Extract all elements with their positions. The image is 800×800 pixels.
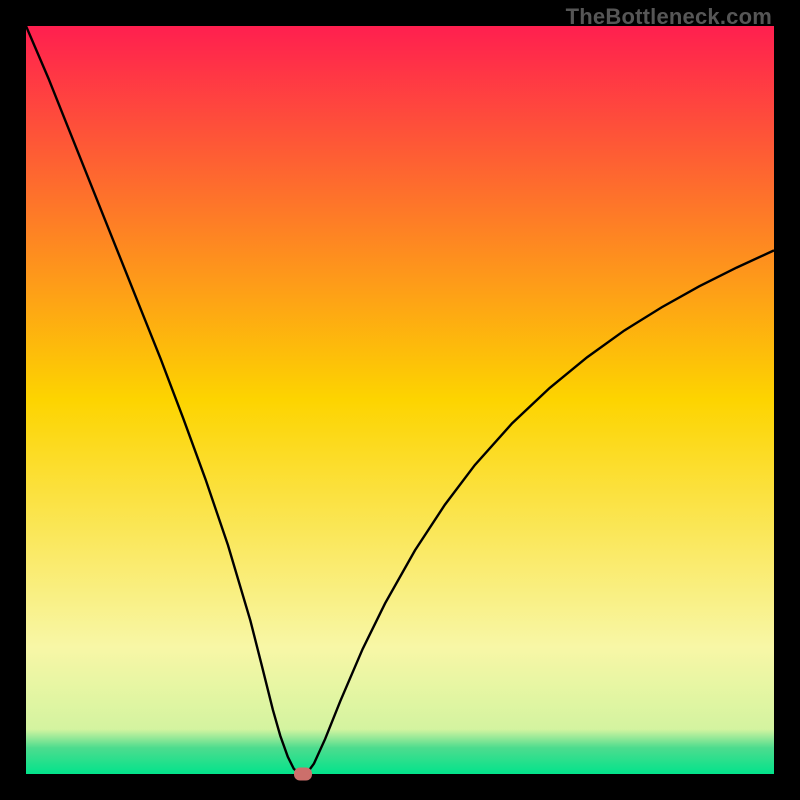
watermark-text: TheBottleneck.com xyxy=(566,4,772,30)
chart-frame xyxy=(26,26,774,774)
optimal-point-marker xyxy=(294,768,312,781)
gradient-background xyxy=(26,26,774,774)
bottleneck-plot xyxy=(26,26,774,774)
